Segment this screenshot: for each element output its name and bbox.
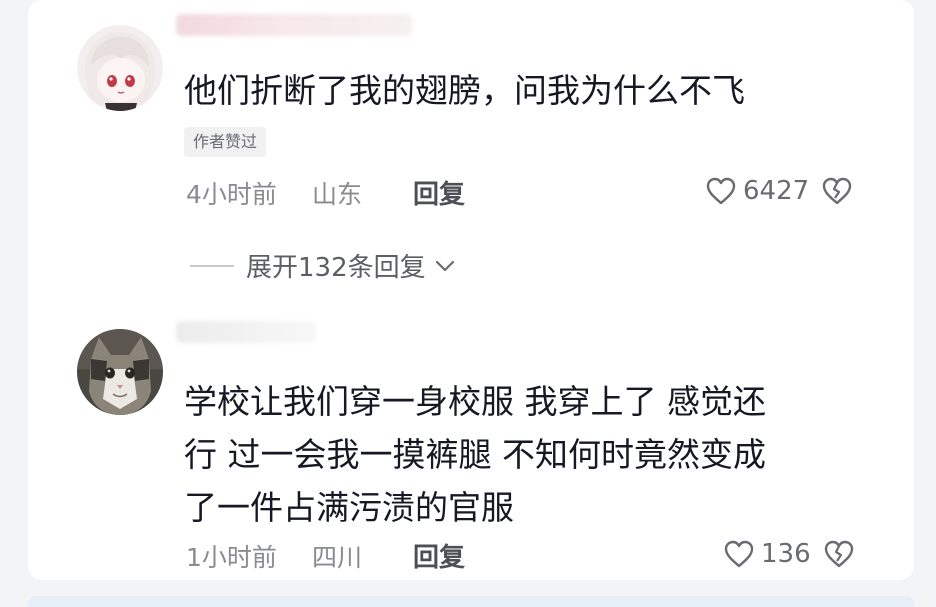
- comment-2-reply-button[interactable]: 回复: [413, 543, 465, 573]
- heart-outline-icon[interactable]: [705, 176, 737, 206]
- expand-replies-label: 展开132条回复: [246, 253, 426, 283]
- comment-2-likes: 136: [723, 539, 855, 569]
- broken-heart-icon[interactable]: [823, 539, 855, 569]
- comment-1-text: 他们折断了我的翅膀，问我为什么不飞: [184, 64, 745, 117]
- comment-2-line-3: 了一件占满污渍的官服: [184, 488, 514, 527]
- comment-2-text: 学校让我们穿一身校服 我穿上了 感觉还 行 过一会我一摸裤腿 不知何时竟然变成 …: [184, 375, 766, 534]
- comment-2-location: 四川: [312, 543, 363, 572]
- anime-girl-avatar-icon: [77, 25, 163, 111]
- comment-1-time: 4小时前: [186, 180, 277, 209]
- comment-2-time: 1小时前: [186, 543, 277, 572]
- cat-avatar-icon: [77, 329, 163, 415]
- comment-2-username-blurred[interactable]: [176, 321, 316, 343]
- comment-1-like-count: 6427: [743, 176, 810, 206]
- author-liked-tag: 作者赞过: [184, 127, 267, 157]
- comment-2-avatar[interactable]: [77, 329, 163, 415]
- comment-1-likes: 6427: [705, 176, 853, 206]
- comment-2-line-2: 行 过一会我一摸裤腿 不知何时竟然变成: [184, 435, 766, 474]
- chevron-down-icon: [434, 259, 456, 273]
- comment-2-like-count: 136: [761, 539, 811, 569]
- comment-1-line-1: 他们折断了我的翅膀，问我为什么不飞: [184, 71, 745, 110]
- broken-heart-icon[interactable]: [821, 176, 853, 206]
- heart-outline-icon[interactable]: [723, 539, 755, 569]
- next-card-edge: [28, 596, 914, 607]
- expand-divider-line: [190, 264, 234, 267]
- comment-1-location: 山东: [312, 180, 363, 209]
- comment-1-username-blurred[interactable]: [176, 14, 412, 36]
- expand-replies-button[interactable]: 展开132条回复: [190, 247, 456, 284]
- comment-1-reply-button[interactable]: 回复: [413, 180, 465, 210]
- comment-1-avatar[interactable]: [77, 25, 163, 111]
- comment-2-line-1: 学校让我们穿一身校服 我穿上了 感觉还: [184, 382, 766, 421]
